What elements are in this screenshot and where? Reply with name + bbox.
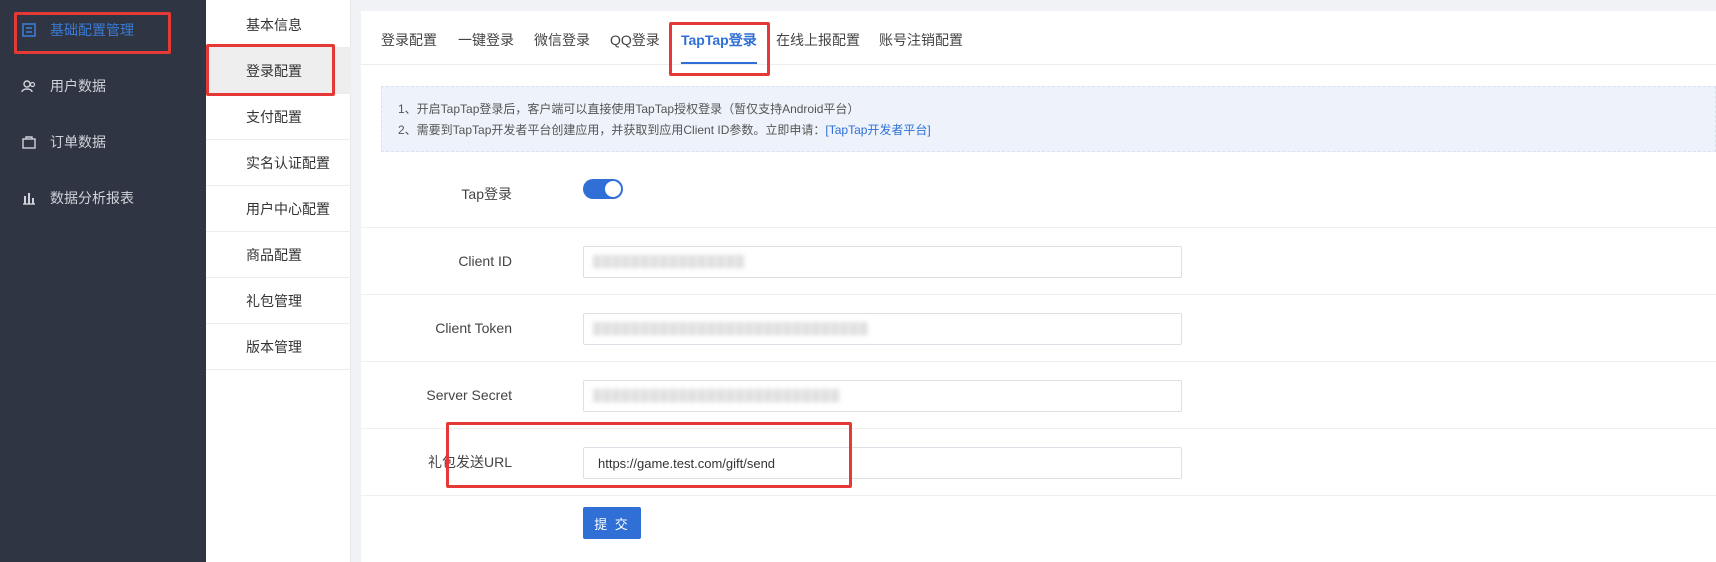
submenu-item-user-center-config[interactable]: 用户中心配置 xyxy=(206,186,351,232)
submenu-item-label: 实名认证配置 xyxy=(246,154,330,171)
notice-line-1: 1、开启TapTap登录后，客户端可以直接使用TapTap授权登录（暂仅支持An… xyxy=(398,102,860,116)
submenu-item-label: 礼包管理 xyxy=(246,292,302,309)
config-submenu: 基本信息 登录配置 支付配置 实名认证配置 用户中心配置 商品配置 礼包管理 版… xyxy=(206,0,351,562)
gift-url-label: 礼包发送URL xyxy=(427,454,512,470)
order-icon xyxy=(20,133,38,151)
client-id-label: Client ID xyxy=(458,253,512,269)
config-icon xyxy=(20,21,38,39)
submenu-item-label: 支付配置 xyxy=(246,108,302,125)
submenu-item-login-config[interactable]: 登录配置 xyxy=(206,48,351,94)
submenu-item-label: 商品配置 xyxy=(246,246,302,263)
submenu-item-label: 基本信息 xyxy=(246,16,302,33)
taptap-developer-link[interactable]: [TapTap开发者平台] xyxy=(825,123,930,137)
sidebar-item-label: 数据分析报表 xyxy=(50,190,134,206)
tab-online-report-config[interactable]: 在线上报配置 xyxy=(776,11,860,65)
sidebar-item-label: 用户数据 xyxy=(50,78,106,94)
submenu-item-label: 版本管理 xyxy=(246,338,302,355)
sidebar-item-user-data[interactable]: 用户数据 xyxy=(0,66,206,106)
tab-one-click-login[interactable]: 一键登录 xyxy=(458,11,514,65)
sidebar-item-analytics[interactable]: 数据分析报表 xyxy=(0,178,206,218)
form-row-client-id: Client ID ▒▒▒▒▒▒▒▒▒▒▒▒▒▒▒▒ xyxy=(361,228,1716,295)
client-token-redacted: ▒▒▒▒▒▒▒▒▒▒▒▒▒▒▒▒▒▒▒▒▒▒▒▒▒▒▒▒▒ xyxy=(593,321,869,335)
tab-wechat-login[interactable]: 微信登录 xyxy=(534,11,590,65)
sidebar-item-basic-config[interactable]: 基础配置管理 xyxy=(0,10,206,50)
server-secret-redacted: ▒▒▒▒▒▒▒▒▒▒▒▒▒▒▒▒▒▒▒▒▒▒▒▒▒▒ xyxy=(593,388,841,402)
submenu-item-basic-info[interactable]: 基本信息 xyxy=(206,2,351,48)
tab-taptap-login[interactable]: TapTap登录 xyxy=(681,11,757,65)
form-row-gift-url: 礼包发送URL xyxy=(361,429,1716,496)
taptap-notice: 1、开启TapTap登录后，客户端可以直接使用TapTap授权登录（暂仅支持An… xyxy=(381,86,1716,152)
app-root: 基础配置管理 用户数据 订单数据 数据分析报表 基本信息 登录配置 支付配置 实… xyxy=(0,0,1716,562)
submenu-item-realname-config[interactable]: 实名认证配置 xyxy=(206,140,351,186)
tab-account-deletion-config[interactable]: 账号注销配置 xyxy=(879,11,963,65)
notice-line-2: 2、需要到TapTap开发者平台创建应用，并获取到应用Client ID参数。立… xyxy=(398,120,1699,141)
client-token-label: Client Token xyxy=(435,320,512,336)
sidebar-item-label: 订单数据 xyxy=(50,134,106,150)
form-row-tap-login: Tap登录 xyxy=(361,161,1716,228)
tab-login-config[interactable]: 登录配置 xyxy=(381,11,437,65)
sidebar-item-order-data[interactable]: 订单数据 xyxy=(0,122,206,162)
tap-login-label: Tap登录 xyxy=(461,186,512,202)
users-icon xyxy=(20,77,38,95)
server-secret-label: Server Secret xyxy=(426,387,512,403)
sidebar-item-label: 基础配置管理 xyxy=(50,22,134,38)
main-panel: 登录配置 一键登录 微信登录 QQ登录 TapTap登录 在线上报配置 账号注销… xyxy=(361,11,1716,562)
chart-icon xyxy=(20,189,38,207)
submenu-item-payment-config[interactable]: 支付配置 xyxy=(206,94,351,140)
toggle-knob xyxy=(605,181,621,197)
notice-line-2-text: 2、需要到TapTap开发者平台创建应用，并获取到应用Client ID参数。立… xyxy=(398,123,826,137)
active-tab-underline xyxy=(681,62,757,64)
submit-button[interactable]: 提 交 xyxy=(583,507,641,539)
tab-qq-login[interactable]: QQ登录 xyxy=(610,11,660,65)
main-sidebar: 基础配置管理 用户数据 订单数据 数据分析报表 xyxy=(0,0,206,562)
login-tabs: 登录配置 一键登录 微信登录 QQ登录 TapTap登录 在线上报配置 账号注销… xyxy=(361,11,1716,65)
form-row-server-secret: Server Secret ▒▒▒▒▒▒▒▒▒▒▒▒▒▒▒▒▒▒▒▒▒▒▒▒▒▒ xyxy=(361,362,1716,429)
client-id-redacted: ▒▒▒▒▒▒▒▒▒▒▒▒▒▒▒▒ xyxy=(593,254,746,268)
submenu-item-label: 用户中心配置 xyxy=(246,200,330,217)
tap-login-toggle[interactable] xyxy=(583,179,623,199)
submenu-item-label: 登录配置 xyxy=(246,62,302,79)
submenu-item-version-management[interactable]: 版本管理 xyxy=(206,324,351,370)
submenu-item-gift-management[interactable]: 礼包管理 xyxy=(206,278,351,324)
form-row-client-token: Client Token ▒▒▒▒▒▒▒▒▒▒▒▒▒▒▒▒▒▒▒▒▒▒▒▒▒▒▒… xyxy=(361,295,1716,362)
submenu-item-product-config[interactable]: 商品配置 xyxy=(206,232,351,278)
gift-url-input[interactable] xyxy=(583,447,1182,479)
